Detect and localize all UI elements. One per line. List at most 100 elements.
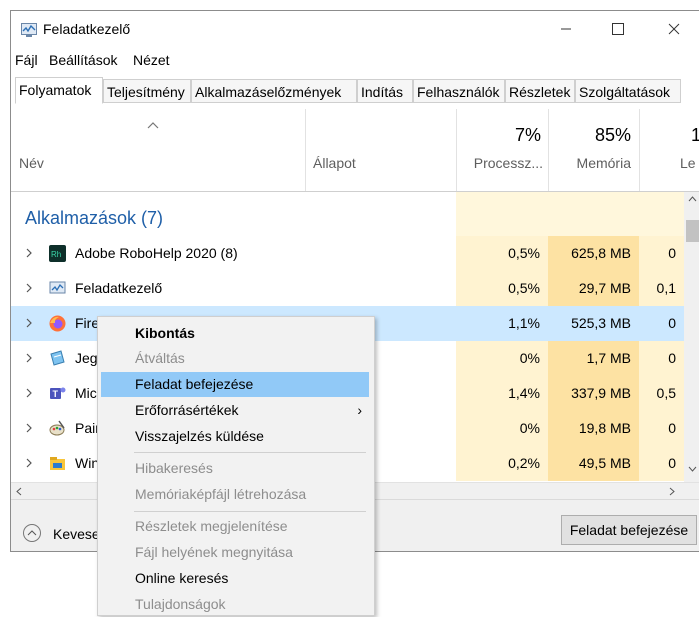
column-cpu[interactable]: Processz...	[461, 155, 543, 171]
column-name[interactable]: Név	[19, 155, 44, 171]
tab-startup[interactable]: Indítás	[357, 79, 413, 103]
column-separator	[548, 109, 549, 191]
menu-separator	[134, 511, 366, 512]
menu-bar: Fájl Beállítások Nézet	[11, 47, 699, 71]
explorer-icon	[50, 457, 65, 470]
cpu-cell	[456, 192, 548, 236]
column-separator	[456, 109, 457, 191]
title-bar: Feladatkezelő	[11, 11, 699, 47]
memory-cell: 19,8 MB	[548, 411, 639, 446]
menu-item-label: Erőforrásértékek	[135, 402, 239, 418]
group-header-apps: Alkalmazások (7)	[11, 192, 699, 236]
column-status[interactable]: Állapot	[313, 155, 356, 171]
task-manager-icon	[21, 23, 37, 37]
tab-performance[interactable]: Teljesítmény	[103, 79, 191, 103]
minimize-button[interactable]	[543, 11, 589, 47]
chevron-right-icon[interactable]	[25, 458, 33, 468]
close-icon	[668, 23, 680, 35]
menu-item-label: Részletek megjelenítése	[135, 518, 288, 534]
chevron-right-icon[interactable]	[25, 388, 33, 398]
menu-item-search-online[interactable]: Online keresés	[98, 566, 372, 591]
menu-item-go-to-details: Részletek megjelenítése	[98, 514, 372, 539]
column-disk[interactable]: Le	[680, 155, 696, 171]
firefox-icon	[49, 315, 66, 332]
sort-up-icon	[147, 122, 159, 129]
notepad-icon	[50, 350, 65, 366]
cpu-cell: 0,2%	[456, 446, 548, 481]
tab-app-history[interactable]: Alkalmazáselőzmények	[191, 79, 357, 103]
process-row[interactable]: Rh Adobe RoboHelp 2020 (8) 0,5% 625,8 MB…	[11, 236, 699, 271]
chevron-right-icon[interactable]	[25, 248, 33, 258]
menu-view[interactable]: Nézet	[133, 52, 170, 68]
menu-item-debug: Hibakeresés	[98, 456, 372, 481]
cpu-cell: 0,5%	[456, 236, 548, 271]
disk-cell: 0,1	[639, 271, 684, 306]
maximize-button[interactable]	[595, 11, 641, 47]
svg-text:Rh: Rh	[51, 250, 61, 259]
disk-cell: 0	[639, 236, 684, 271]
menu-item-label: Visszajelzés küldése	[135, 428, 264, 444]
minimize-icon	[561, 28, 571, 30]
menu-item-properties: Tulajdonságok	[98, 592, 372, 617]
menu-item-open-file-location: Fájl helyének megnyitása	[98, 540, 372, 565]
vertical-scrollbar[interactable]	[684, 192, 699, 482]
cpu-cell: 1,4%	[456, 376, 548, 411]
memory-cell: 525,3 MB	[571, 315, 631, 331]
memory-cell: 49,5 MB	[548, 446, 639, 481]
column-memory[interactable]: Memória	[551, 155, 631, 171]
close-button[interactable]	[651, 11, 697, 47]
menu-settings[interactable]: Beállítások	[49, 52, 117, 68]
column-header: Név Állapot 7% Processz... 85% Memória 1…	[11, 107, 699, 192]
process-name: Win	[75, 455, 100, 471]
memory-cell: 337,9 MB	[548, 376, 639, 411]
disk-cell: 0	[639, 446, 684, 481]
svg-text:T: T	[53, 389, 59, 399]
tab-services[interactable]: Szolgáltatások	[575, 79, 681, 103]
scroll-left-icon[interactable]	[16, 487, 22, 496]
memory-cell	[548, 192, 639, 236]
menu-item-expand[interactable]: Kibontás	[98, 321, 372, 346]
menu-item-label: Feladat befejezése	[135, 376, 254, 392]
cpu-cell: 0%	[456, 411, 548, 446]
disk-cell: 0	[668, 315, 676, 331]
group-title: Alkalmazások (7)	[25, 208, 164, 228]
disk-total-percent: 1	[691, 125, 699, 146]
menu-item-label: Kibontás	[135, 325, 195, 341]
menu-item-end-task[interactable]: Feladat befejezése	[101, 372, 369, 397]
memory-cell: 29,7 MB	[548, 271, 639, 306]
fewer-details-button[interactable]	[23, 524, 41, 542]
memory-cell: 625,8 MB	[548, 236, 639, 271]
cpu-total-percent: 7%	[514, 125, 541, 145]
menu-separator	[134, 452, 366, 453]
disk-cell: 0,5	[639, 376, 684, 411]
scroll-right-icon[interactable]	[669, 487, 675, 496]
context-menu: Kibontás Átváltás Feladat befejezése Erő…	[97, 316, 375, 616]
scroll-up-icon[interactable]	[688, 196, 697, 202]
tab-users[interactable]: Felhasználók	[413, 79, 505, 103]
chevron-right-icon[interactable]	[25, 353, 33, 363]
column-separator	[305, 109, 306, 191]
menu-item-resource-values[interactable]: Erőforrásértékek ›	[98, 398, 372, 423]
tab-strip: Folyamatok Teljesítmény Alkalmazáselőzmé…	[15, 77, 699, 105]
scrollbar-thumb[interactable]	[686, 220, 699, 242]
tab-processes[interactable]: Folyamatok	[15, 77, 103, 104]
paint-icon	[49, 420, 65, 436]
process-row[interactable]: Feladatkezelő 0,5% 29,7 MB 0,1	[11, 271, 699, 306]
menu-item-send-feedback[interactable]: Visszajelzés küldése	[98, 424, 372, 449]
menu-item-create-dump: Memóriaképfájl létrehozása	[98, 482, 372, 507]
memory-total-percent: 85%	[594, 125, 631, 145]
scroll-down-icon[interactable]	[688, 466, 697, 472]
window-title: Feladatkezelő	[43, 21, 131, 37]
menu-item-label: Fájl helyének megnyitása	[135, 544, 293, 560]
disk-cell	[639, 192, 684, 236]
tab-details[interactable]: Részletek	[505, 79, 575, 103]
disk-cell: 0	[639, 411, 684, 446]
robohelp-icon: Rh	[49, 245, 66, 262]
chevron-up-icon	[27, 530, 37, 536]
chevron-right-icon[interactable]	[25, 283, 33, 293]
chevron-right-icon[interactable]	[25, 318, 33, 328]
menu-file[interactable]: Fájl	[15, 52, 38, 68]
chevron-right-icon[interactable]	[25, 423, 33, 433]
end-task-button[interactable]: Feladat befejezése	[561, 515, 697, 545]
fewer-details-label[interactable]: Kevese	[53, 526, 100, 542]
